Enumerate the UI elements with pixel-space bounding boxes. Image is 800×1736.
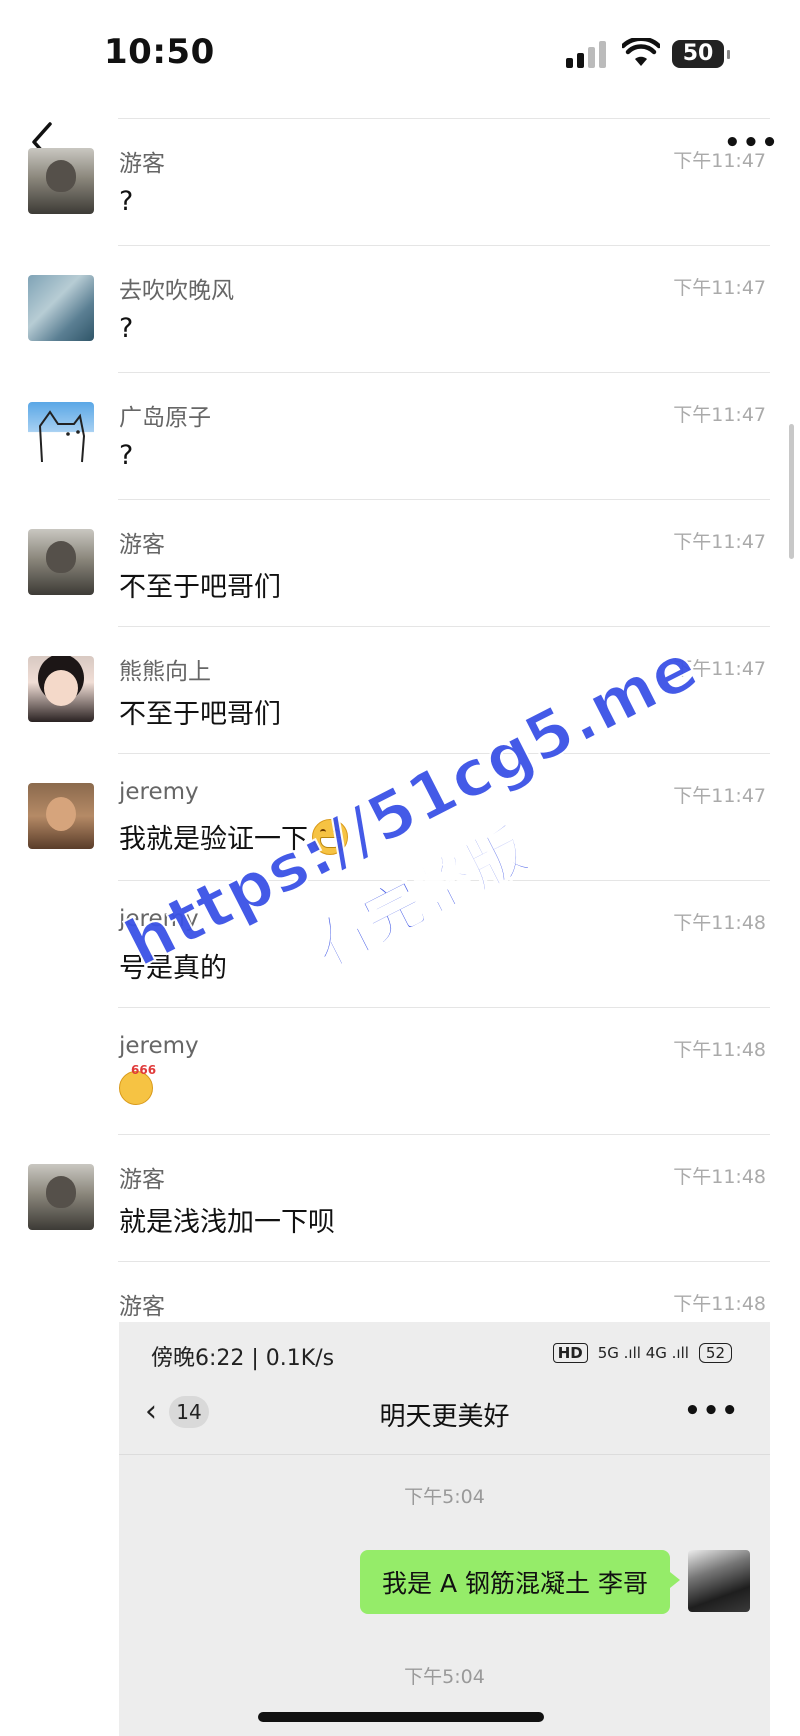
status-bar: 10:50 50 xyxy=(0,0,800,110)
watermark-text: 看完整版 xyxy=(300,814,540,982)
scrollbar[interactable] xyxy=(789,424,794,559)
sender-name: jeremy xyxy=(119,1033,199,1059)
message-time: 下午11:47 xyxy=(673,531,766,553)
avatar[interactable] xyxy=(28,1164,94,1230)
sender-name: 游客 xyxy=(119,1294,165,1320)
sender-name: 游客 xyxy=(119,532,165,558)
embedded-avatar xyxy=(688,1550,750,1612)
embedded-time-label: 下午5:04 xyxy=(404,1486,485,1508)
embedded-status-right: HD 5G .ıll 4G .ıll 52 xyxy=(552,1343,732,1363)
avatar[interactable] xyxy=(28,402,94,468)
wifi-icon xyxy=(622,38,660,66)
divider xyxy=(118,118,770,119)
cellular-signal-icon xyxy=(566,40,610,68)
message-text: ? xyxy=(119,313,134,344)
divider xyxy=(118,499,770,500)
message-time: 下午11:47 xyxy=(673,150,766,172)
avatar[interactable] xyxy=(28,783,94,849)
battery-tip xyxy=(727,50,730,59)
avatar[interactable] xyxy=(28,656,94,722)
message-time: 下午11:48 xyxy=(673,1166,766,1188)
message-time: 下午11:48 xyxy=(673,1039,766,1061)
message-line: 我就是验证一下 xyxy=(119,817,348,856)
divider xyxy=(118,372,770,373)
divider xyxy=(118,880,770,881)
sender-name: 游客 xyxy=(119,151,165,177)
message-text: 就是浅浅加一下呗 xyxy=(119,1207,335,1238)
message-time: 下午11:47 xyxy=(673,785,766,807)
embedded-time-label: 下午5:04 xyxy=(404,1666,485,1688)
sender-name: 熊熊向上 xyxy=(119,659,211,685)
message-text: ? xyxy=(119,186,134,217)
network-signal-icon: 5G .ıll 4G .ıll xyxy=(597,1344,689,1362)
sender-name: 广岛原子 xyxy=(119,405,211,431)
sender-name: jeremy xyxy=(119,906,199,932)
message-text: ? xyxy=(119,440,134,471)
avatar[interactable] xyxy=(28,529,94,595)
message-text: 号是真的 xyxy=(119,953,227,984)
message-text: 不至于吧哥们 xyxy=(119,572,281,603)
message-time: 下午11:48 xyxy=(673,912,766,934)
sticker-number: 666 xyxy=(131,1063,157,1077)
divider xyxy=(118,626,770,627)
status-time: 10:50 xyxy=(104,32,215,72)
sender-name: 游客 xyxy=(119,1167,165,1193)
embedded-screenshot-image[interactable]: 傍晚6:22 | 0.1K/s HD 5G .ıll 4G .ıll 52 ‹ 14… xyxy=(119,1322,770,1736)
home-indicator[interactable] xyxy=(258,1712,544,1722)
embedded-status-left: 傍晚6:22 | 0.1K/s xyxy=(151,1346,335,1371)
dog-drawing-icon xyxy=(38,410,86,463)
embedded-message-bubble: 我是 A 钢筋混凝土 李哥 xyxy=(360,1550,680,1614)
divider xyxy=(118,1134,770,1135)
message-time: 下午11:47 xyxy=(673,404,766,426)
avatar[interactable] xyxy=(28,148,94,214)
hd-icon: HD xyxy=(552,1343,588,1363)
message-time: 下午11:47 xyxy=(673,277,766,299)
embedded-battery-icon: 52 xyxy=(698,1343,732,1363)
divider xyxy=(118,1261,770,1262)
embedded-more-icon: ••• xyxy=(684,1396,740,1426)
divider xyxy=(118,1007,770,1008)
embedded-header-divider xyxy=(119,1454,770,1455)
message-time: 下午11:48 xyxy=(673,1293,766,1315)
embedded-chat-title: 明天更美好 xyxy=(379,1402,510,1432)
thinking-666-sticker-icon: 666 xyxy=(119,1063,157,1105)
battery-icon: 50 xyxy=(672,40,724,68)
message-text: 不至于吧哥们 xyxy=(119,699,281,730)
avatar[interactable] xyxy=(28,275,94,341)
message-time: 下午11:47 xyxy=(673,658,766,680)
divider xyxy=(118,245,770,246)
sender-name: 去吹吹晚风 xyxy=(119,278,234,304)
message-text: 我就是验证一下 xyxy=(119,824,308,855)
sender-name: jeremy xyxy=(119,779,199,805)
divider xyxy=(118,753,770,754)
grinning-emoji-icon xyxy=(312,819,348,855)
